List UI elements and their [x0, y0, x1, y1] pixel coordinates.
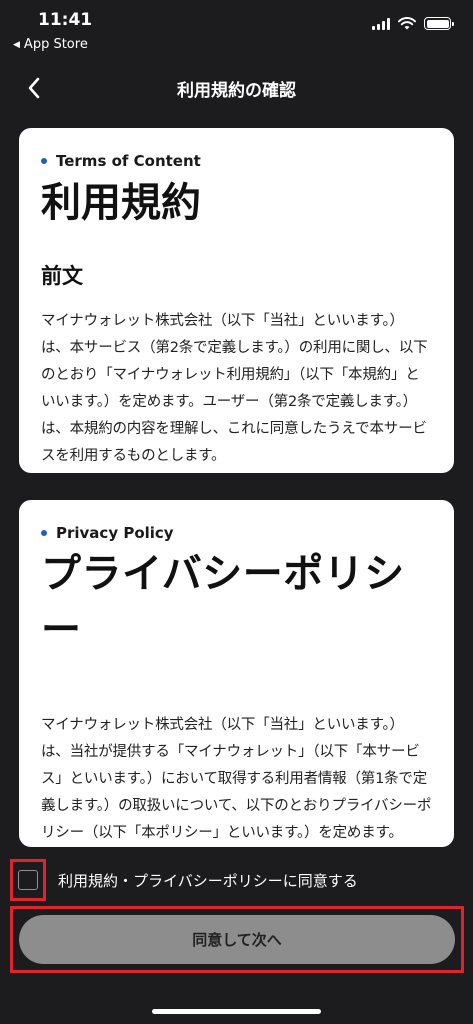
back-to-app-store-link[interactable]: ◀ App Store [13, 37, 88, 52]
terms-body-text: マイナウォレット株式会社（以下「当社」といいます。）は、本サービス（第2条で定義… [41, 313, 428, 464]
home-indicator[interactable] [152, 1009, 321, 1014]
privacy-kicker: Privacy Policy [41, 524, 432, 542]
wifi-icon [398, 17, 416, 30]
privacy-heading: プライバシーポリシー [41, 551, 405, 653]
privacy-kicker-label: Privacy Policy [56, 524, 174, 542]
consent-checkbox[interactable] [18, 870, 38, 890]
status-time: 11:41 [38, 10, 93, 30]
back-triangle-icon: ◀ [13, 39, 20, 50]
battery-icon [424, 17, 454, 30]
page-title: 利用規約の確認 [177, 81, 296, 101]
consent-row: 利用規約・プライバシーポリシーに同意する [10, 858, 358, 902]
terms-kicker: Terms of Content [41, 152, 432, 170]
privacy-body-text: マイナウォレット株式会社（以下「当社」といいます。）は、当社が提供する「マイナウ… [41, 717, 432, 841]
cellular-signal-icon [372, 17, 390, 30]
terms-kicker-label: Terms of Content [56, 152, 201, 170]
back-app-label: App Store [23, 37, 88, 52]
bullet-dot-icon [41, 158, 47, 164]
agree-button-highlight: 同意して次へ [10, 906, 464, 973]
navigation-bar: 利用規約の確認 [0, 64, 473, 112]
terms-card[interactable]: Terms of Content 利用規約 前文 マイナウォレット株式会社（以下… [19, 128, 454, 473]
privacy-card[interactable]: Privacy Policy プライバシーポリシー マイナウォレット株式会社（以… [19, 500, 454, 847]
screen: 11:41 ◀ App Store 利用規約の確認 Terms of Conte… [0, 0, 473, 1024]
terms-heading: 利用規約 [41, 180, 201, 226]
agree-and-next-button[interactable]: 同意して次へ [19, 915, 455, 964]
consent-checkbox-highlight[interactable] [10, 859, 46, 901]
consent-label[interactable]: 利用規約・プライバシーポリシーに同意する [58, 870, 358, 891]
bullet-dot-icon [41, 530, 47, 536]
status-icons [372, 17, 454, 30]
status-bar: 11:41 ◀ App Store [0, 0, 473, 56]
terms-subheading: 前文 [41, 264, 83, 288]
